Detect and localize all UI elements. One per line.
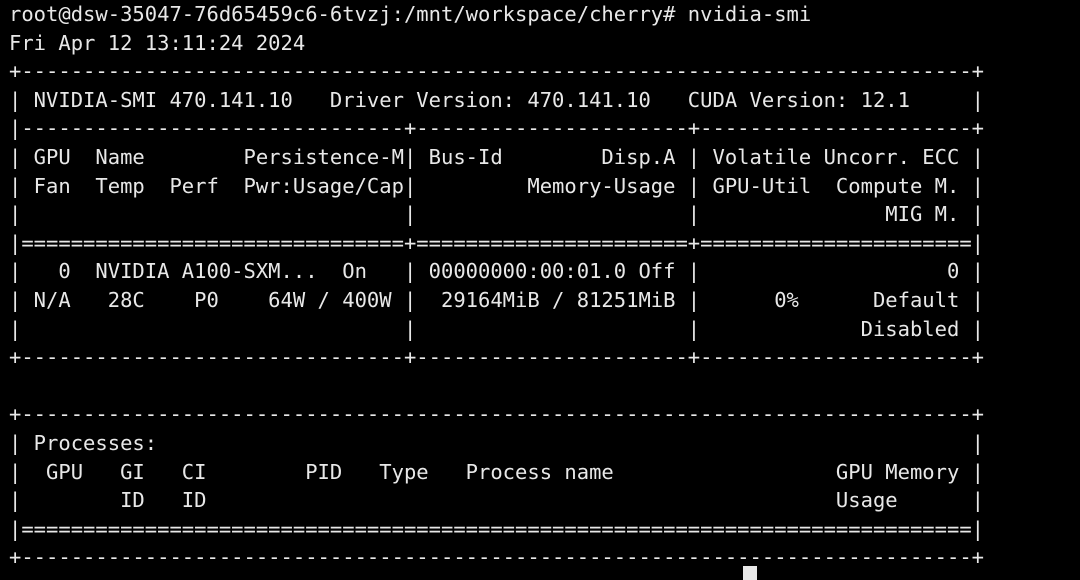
column-header-row-1: | GPU Name Persistence-M| Bus-Id Disp.A … [9, 144, 985, 169]
header-double-separator: |===============================+=======… [9, 230, 985, 255]
gpu-table-bottom-border: +-------------------------------+-------… [9, 345, 985, 370]
processes-header-row-2: | ID ID Usage | [9, 488, 985, 513]
gpu-row-3: | | | Disabled | [9, 316, 985, 341]
terminal-output[interactable]: root@dsw-35047-76d65459c6-6tvzj:/mnt/wor… [9, 0, 1080, 574]
column-header-row-3: | | | MIG M. | [9, 202, 985, 227]
gpu-row-1: | 0 NVIDIA A100-SXM... On | 00000000:00:… [9, 259, 985, 284]
processes-title-line: | Processes: | [9, 430, 985, 455]
terminal-cursor [743, 566, 757, 580]
gpu-row-2: | N/A 28C P0 64W / 400W | 29164MiB / 812… [9, 287, 985, 312]
processes-header-row-1: | GPU GI CI PID Type Process name GPU Me… [9, 459, 985, 484]
command-prompt-line: root@dsw-35047-76d65459c6-6tvzj:/mnt/wor… [9, 2, 812, 26]
processes-top-border: +---------------------------------------… [9, 402, 985, 427]
version-header-line: | NVIDIA-SMI 470.141.10 Driver Version: … [9, 87, 985, 112]
timestamp-line: Fri Apr 12 13:11:24 2024 [9, 30, 306, 55]
processes-bottom-border: +---------------------------------------… [9, 545, 985, 570]
column-header-row-2: | Fan Temp Perf Pwr:Usage/Cap| Memory-Us… [9, 173, 985, 198]
processes-double-separator: |=======================================… [9, 516, 985, 541]
header-separator: |-------------------------------+-------… [9, 116, 985, 141]
table-top-border: +---------------------------------------… [9, 59, 985, 84]
